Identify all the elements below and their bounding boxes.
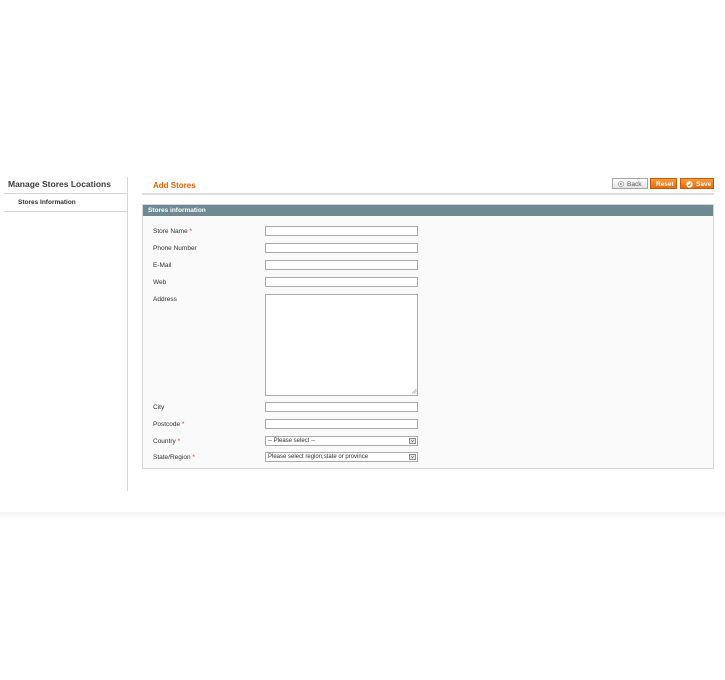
email-input[interactable] xyxy=(265,260,418,270)
save-button-label: Save xyxy=(696,181,712,188)
resize-grip-icon[interactable] xyxy=(411,388,417,394)
country-label: Country * xyxy=(153,438,181,445)
check-icon xyxy=(686,181,693,188)
state-label: State/Region * xyxy=(153,454,195,461)
tab-stores-information[interactable]: Stores Information xyxy=(4,194,128,212)
address-label: Address xyxy=(153,296,177,303)
postcode-input[interactable] xyxy=(265,419,418,429)
address-textarea[interactable] xyxy=(265,294,418,396)
fieldset-legend: Stores information xyxy=(143,205,713,216)
reset-button[interactable]: Reset xyxy=(650,178,677,189)
city-input[interactable] xyxy=(265,402,418,412)
state-select[interactable]: Please select region,state or province xyxy=(265,452,418,462)
store-name-input[interactable] xyxy=(265,226,418,236)
back-button-label: Back xyxy=(627,181,642,188)
content-header: Add Stores Back Reset Save xyxy=(142,175,714,195)
country-selected-value: -- Please select -- xyxy=(268,438,316,444)
back-button[interactable]: Back xyxy=(612,178,648,189)
web-input[interactable] xyxy=(265,277,418,287)
reset-button-label: Reset xyxy=(656,181,674,188)
sidebar-divider xyxy=(127,177,128,491)
postcode-label: Postcode * xyxy=(153,421,185,428)
store-name-label: Store Name * xyxy=(153,228,193,235)
back-arrow-icon xyxy=(618,181,624,188)
chevron-down-icon xyxy=(409,438,416,444)
sidebar-title: Manage Stores Locations xyxy=(4,175,128,194)
phone-input[interactable] xyxy=(265,243,418,253)
phone-label: Phone Number xyxy=(153,245,197,252)
state-selected-value: Please select region,state or province xyxy=(268,454,369,460)
page-title: Add Stores xyxy=(153,181,196,190)
email-label: E-Mail xyxy=(153,262,172,269)
footer-shade xyxy=(0,512,725,520)
stores-information-fieldset: Stores information Store Name * Phone Nu… xyxy=(142,204,714,469)
save-button[interactable]: Save xyxy=(680,178,714,189)
city-label: City xyxy=(153,404,165,411)
chevron-down-icon xyxy=(409,454,416,460)
country-select[interactable]: -- Please select -- xyxy=(265,436,418,446)
sidebar: Manage Stores Locations Stores Informati… xyxy=(4,175,128,212)
web-label: Web xyxy=(153,279,167,286)
